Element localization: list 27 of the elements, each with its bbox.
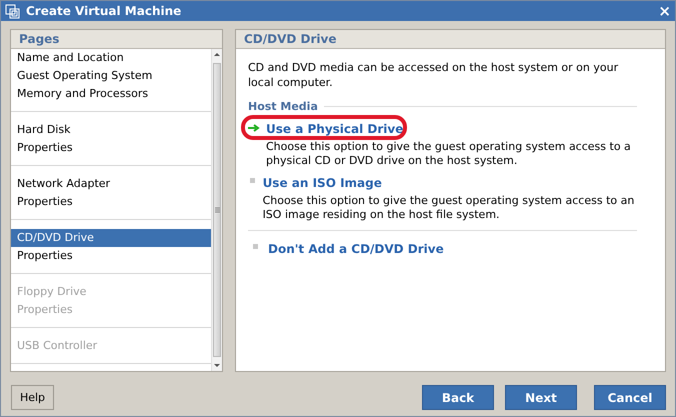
page-item[interactable]: Network Adapter [11,175,211,193]
page-item[interactable]: Properties [11,247,211,265]
option-link[interactable]: Don't Add a CD/DVD Drive [268,241,444,257]
section-title: Host Media [248,100,318,113]
help-button[interactable]: Help [11,385,54,410]
panel-header: CD/DVD Drive [236,30,665,49]
option-description: Choose this option to give the guest operating system access to an ISO image residing on the host file system. [262,194,636,222]
window-title: Create Virtual Machine [26,4,182,18]
action-button[interactable]: Back [422,385,494,410]
page-item[interactable]: Properties [11,193,211,211]
action-button[interactable]: Cancel [594,385,666,410]
page-item[interactable]: Guest Operating System [11,67,211,85]
option-description: Choose this option to give the guest operating system access to a physical CD or DVD drive on the host system. [266,140,632,168]
close-button[interactable]: × [658,4,671,18]
page-item[interactable]: Name and Location [11,49,211,67]
window-icon [5,4,20,18]
panel-header: Pages [11,30,222,49]
scrollbar[interactable] [211,49,222,371]
page-item[interactable]: CD/DVD Drive [11,229,211,247]
intro-text: CD and DVD media can be accessed on the host system or on your local computer. [248,60,620,90]
option-link[interactable]: Use an ISO Image [262,175,382,191]
page-item[interactable]: Memory and Processors [11,85,211,103]
scroll-thumb[interactable] [213,63,221,357]
page-item[interactable]: Properties [11,139,211,157]
option-link[interactable]: Use a Physical Drive [266,121,404,137]
page-item[interactable]: Hard Disk [11,121,211,139]
action-button[interactable]: Next [505,385,577,410]
